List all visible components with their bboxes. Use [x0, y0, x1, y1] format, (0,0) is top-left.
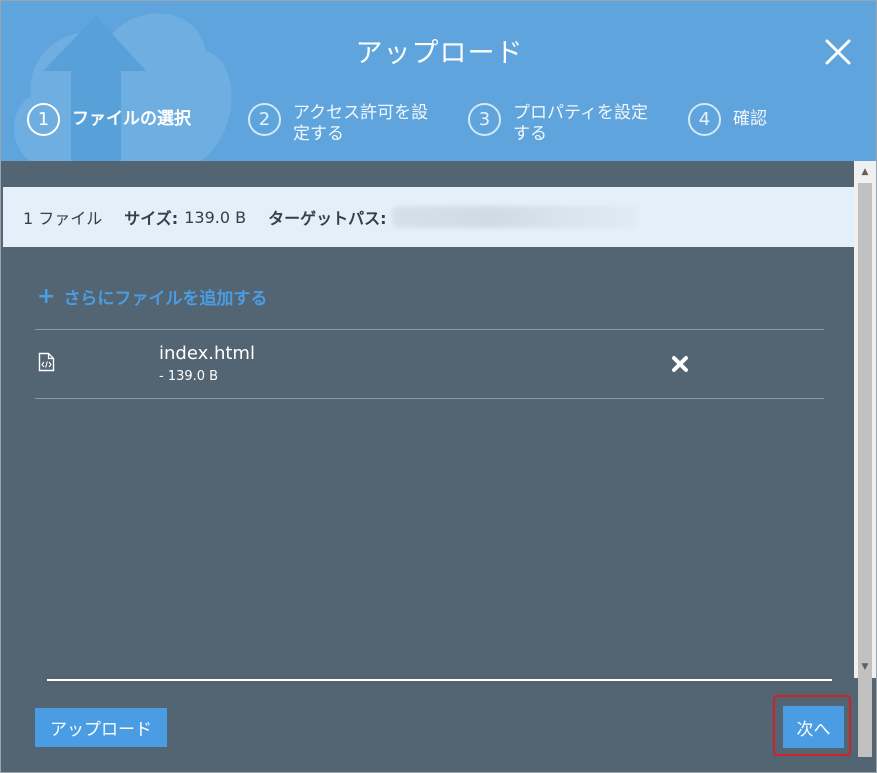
file-name: index.html: [159, 343, 255, 364]
step-review[interactable]: 4 確認: [688, 103, 813, 136]
remove-icon: [672, 356, 688, 372]
upload-button[interactable]: アップロード: [35, 708, 167, 747]
step-select-files[interactable]: 1 ファイルの選択: [27, 103, 222, 136]
scroll-up-arrow-icon[interactable]: ▲: [854, 163, 876, 181]
step-set-permissions[interactable]: 2 アクセス許可を設定する: [248, 103, 443, 145]
step-set-properties[interactable]: 3 プロパティを設定する: [468, 103, 663, 145]
remove-file-button[interactable]: [671, 355, 689, 373]
add-more-files-link[interactable]: + さらにファイルを追加する: [37, 284, 267, 309]
plus-icon: +: [37, 283, 56, 309]
footer-divider: [47, 679, 832, 681]
close-icon: [825, 39, 851, 65]
divider: [35, 329, 824, 330]
size-value: 139.0 B: [184, 207, 247, 227]
upload-cloud-icon: [14, 13, 232, 161]
scroll-down-arrow-icon[interactable]: ▼: [854, 658, 876, 676]
close-button[interactable]: [821, 35, 855, 69]
dialog-title: アップロード: [355, 38, 524, 69]
step-number: 4: [688, 103, 721, 136]
step-label: アクセス許可を設定する: [293, 103, 429, 144]
vertical-scrollbar[interactable]: ▲ ▼: [854, 161, 876, 757]
step-label: プロパティを設定する: [513, 103, 648, 144]
target-path-value-redacted: [392, 206, 639, 228]
file-size: - 139.0 B: [159, 369, 219, 384]
add-more-files-label: さらにファイルを追加する: [63, 289, 268, 309]
next-button[interactable]: 次へ: [783, 706, 844, 748]
upload-summary-bar: 1 ファイル サイズ: 139.0 B ターゲットパス:: [3, 187, 854, 247]
dialog-header: アップロード 1 ファイルの選択 2 アクセス許可を設定する 3 プロパティを設…: [1, 1, 876, 161]
file-list-item: index.html - 139.0 B: [35, 331, 824, 399]
step-number: 3: [468, 103, 501, 136]
file-count: 1 ファイル: [23, 209, 103, 228]
step-label: 確認: [733, 109, 767, 129]
target-path-label: ターゲットパス:: [268, 209, 387, 228]
step-number: 1: [27, 103, 60, 136]
divider: [35, 398, 824, 399]
size-label: サイズ:: [124, 209, 179, 228]
step-label: ファイルの選択: [72, 109, 191, 129]
step-number: 2: [248, 103, 281, 136]
code-file-icon: [38, 352, 55, 372]
upload-dialog: アップロード 1 ファイルの選択 2 アクセス許可を設定する 3 プロパティを設…: [0, 0, 877, 773]
